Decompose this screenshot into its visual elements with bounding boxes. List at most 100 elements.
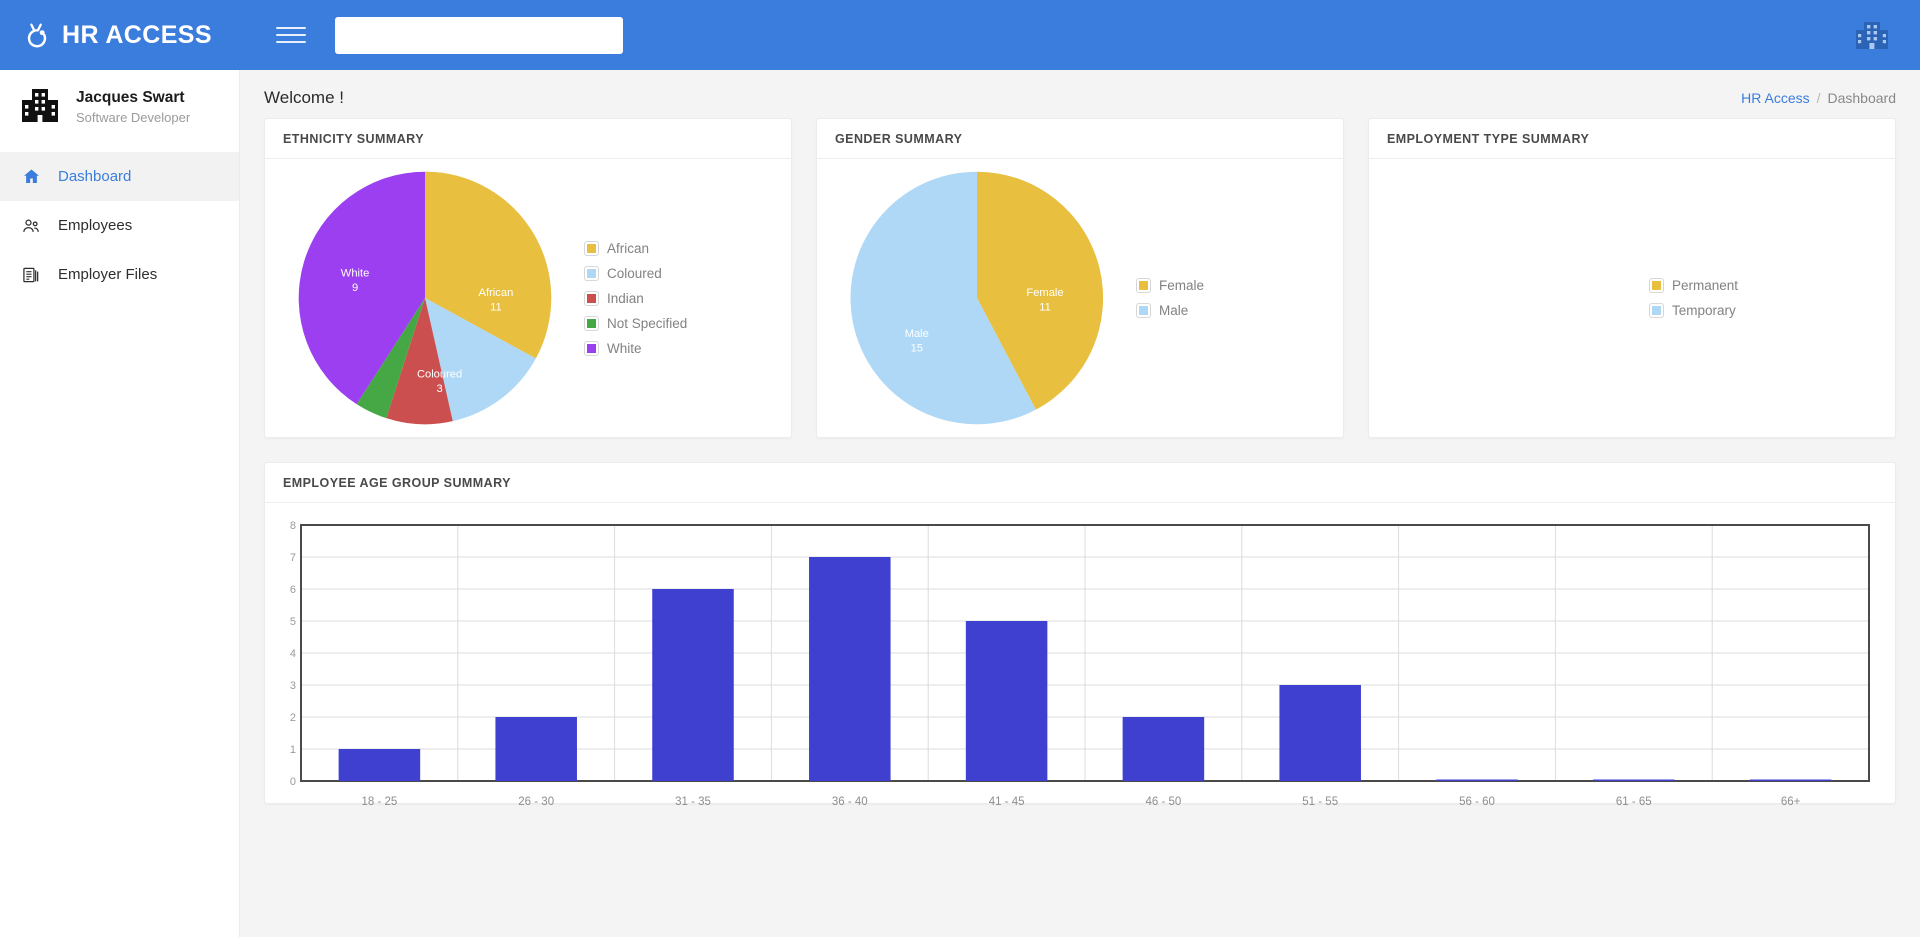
svg-text:11: 11 [490,302,502,314]
legend-swatch-white [585,341,598,355]
svg-text:Coloured: Coloured [417,369,462,381]
svg-text:4: 4 [290,648,296,660]
card-header: GENDER SUMMARY [817,119,1343,159]
card-title: EMPLOYMENT TYPE SUMMARY [1387,131,1590,146]
breadcrumb-separator: / [1816,90,1821,106]
svg-text:1: 1 [290,744,296,756]
hr-access-logo-icon [22,20,52,50]
legend-label: African [607,240,650,256]
pie-svg: White 9 African 11 Coloured 3 [298,171,552,425]
legend-label: Coloured [607,265,662,281]
svg-text:56 - 60: 56 - 60 [1459,796,1495,808]
sidebar-item-employees[interactable]: Employees [0,201,239,250]
svg-text:41 - 45: 41 - 45 [989,796,1025,808]
legend-swatch-indian [585,291,598,305]
brand-logo[interactable]: HR ACCESS [0,0,240,70]
svg-text:66+: 66+ [1781,796,1801,808]
card-body: 0 1 2 3 4 5 6 7 8 18 - 25 26 - 30 31 - 35 36 - 40 41 … [265,503,1895,808]
svg-text:61 - 65: 61 - 65 [1616,796,1652,808]
svg-text:2: 2 [290,712,296,724]
legend-label: Permanent [1672,278,1739,293]
breadcrumb: HR Access / Dashboard [1741,90,1896,106]
svg-text:White: White [341,268,370,280]
sidebar-item-employer-files[interactable]: Employer Files [0,250,239,299]
profile-name: Jacques Swart [76,88,185,106]
svg-text:African: African [479,287,514,299]
legend-swatch-african [585,241,598,255]
svg-text:15: 15 [911,342,923,354]
card-header: ETHNICITY SUMMARY [265,119,791,159]
sidebar-item-dashboard[interactable]: Dashboard [0,152,239,201]
svg-text:5: 5 [290,616,296,628]
home-icon [20,166,42,188]
breadcrumb-current: Dashboard [1827,90,1897,106]
documents-icon [20,264,42,286]
svg-text:3: 3 [436,383,442,395]
svg-text:31 - 35: 31 - 35 [675,796,711,808]
page-header: Welcome ! HR Access / Dashboard [264,70,1896,118]
age-group-bar-chart[interactable]: 0 1 2 3 4 5 6 7 8 18 - 25 26 - 30 31 - 35 36 - 40 41 … [283,519,1879,819]
user-profile[interactable]: Jacques Swart Software Developer [0,70,239,144]
legend-swatch-coloured [585,266,598,280]
legend-item[interactable]: Coloured [585,266,687,281]
svg-text:46 - 50: 46 - 50 [1145,796,1181,808]
legend-item[interactable]: African [585,241,687,256]
search-input[interactable] [335,16,623,54]
legend-swatch-not-specified [585,316,598,330]
svg-text:26 - 30: 26 - 30 [518,796,554,808]
card-body: Permanent Temporary [1369,159,1895,437]
sidebar-item-label: Employees [58,217,133,234]
top-navigation-bar: HR ACCESS [0,0,1920,70]
sidebar: Jacques Swart Software Developer Dashboa… [0,70,240,937]
page-title: Welcome ! [264,88,344,107]
legend-item[interactable]: Temporary [1650,303,1895,318]
legend-label: Temporary [1672,303,1736,318]
legend-label: Female [1159,278,1205,293]
building-icon[interactable] [1852,15,1892,55]
svg-text:Female: Female [1026,287,1063,299]
legend-swatch-temporary [1650,304,1663,317]
legend-swatch-female [1137,279,1150,292]
svg-text:11: 11 [1039,302,1051,314]
ethnicity-pie-chart[interactable]: White 9 African 11 Coloured 3 [265,159,585,437]
gender-legend: Female Male [1137,278,1204,318]
sidebar-navigation: Dashboard Employees Employer Files [0,144,239,299]
ethnicity-summary-card: ETHNICITY SUMMARY White 9 African 11 Col… [264,118,792,438]
svg-text:7: 7 [290,552,296,564]
breadcrumb-root[interactable]: HR Access [1741,90,1809,106]
main-content: Welcome ! HR Access / Dashboard ETHNICIT… [240,70,1920,937]
legend-swatch-male [1137,304,1150,317]
employment-type-legend: Permanent Temporary [1632,278,1895,318]
legend-item[interactable]: Not Specified [585,316,687,331]
employee-age-group-card: EMPLOYEE AGE GROUP SUMMARY 0 1 2 3 4 5 6 7 8 18 -… [264,462,1896,808]
legend-label: White [607,340,642,356]
card-header: EMPLOYMENT TYPE SUMMARY [1369,119,1895,159]
legend-item[interactable]: Indian [585,291,687,306]
svg-text:51 - 55: 51 - 55 [1302,796,1338,808]
building-avatar-icon [18,85,62,129]
svg-text:0: 0 [290,776,296,788]
sidebar-item-label: Employer Files [58,266,158,283]
card-title: EMPLOYEE AGE GROUP SUMMARY [283,475,511,490]
gender-pie-chart[interactable]: Female 11 Male 15 [817,159,1137,437]
pie-svg: Female 11 Male 15 [850,171,1104,425]
legend-item[interactable]: Male [1137,303,1204,318]
people-icon [20,215,42,237]
svg-text:9: 9 [352,282,358,294]
card-title: GENDER SUMMARY [835,131,963,146]
svg-text:8: 8 [290,520,296,532]
svg-text:6: 6 [290,584,296,596]
card-body: White 9 African 11 Coloured 3 African Co… [265,159,791,437]
legend-label: Male [1159,303,1189,318]
legend-item[interactable]: White [585,341,687,356]
svg-text:Male: Male [905,328,929,340]
hamburger-menu-icon[interactable] [276,22,306,48]
sidebar-item-label: Dashboard [58,168,132,185]
profile-role: Software Developer [76,109,191,125]
legend-item[interactable]: Female [1137,278,1204,293]
gender-summary-card: GENDER SUMMARY Female 11 Male 15 Female … [816,118,1344,438]
card-header: EMPLOYEE AGE GROUP SUMMARY [265,463,1895,503]
summary-cards-row: ETHNICITY SUMMARY White 9 African 11 Col… [264,118,1896,438]
legend-item[interactable]: Permanent [1650,278,1895,293]
legend-label: Not Specified [607,315,688,331]
